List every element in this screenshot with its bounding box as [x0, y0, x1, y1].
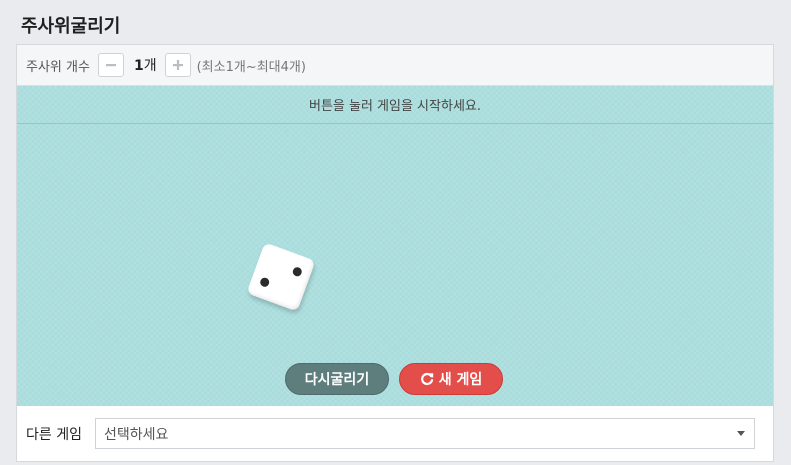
dice-count-unit: 개: [143, 58, 157, 74]
chevron-down-icon: [736, 431, 745, 436]
reroll-button[interactable]: 다시굴리기: [285, 363, 389, 395]
game-board: 버튼을 눌러 게임을 시작하세요. 다시굴리기 새 게임: [17, 86, 773, 406]
die: [246, 242, 316, 312]
plus-icon: [172, 60, 183, 70]
dice-count-bar: 주사위 개수 1개 (최소1개~최대4개): [17, 45, 773, 86]
decrement-button[interactable]: [97, 53, 124, 77]
game-message: 버튼을 눌러 게임을 시작하세요.: [17, 86, 773, 124]
other-games-select-value: 선택하세요: [103, 426, 169, 443]
dice-panel: 주사위 개수 1개 (최소1개~최대4개) 버튼을 눌러 게임을 시작하세요. …: [16, 44, 774, 462]
new-game-button-label: 새 게임: [438, 372, 483, 388]
new-game-button[interactable]: 새 게임: [399, 363, 503, 395]
increment-button[interactable]: [164, 53, 191, 77]
dice-count-range: (최소1개~최대4개): [196, 59, 306, 75]
dice-count-value: 1개: [134, 55, 157, 75]
reroll-button-label: 다시굴리기: [304, 372, 370, 388]
dice-count-label: 주사위 개수: [26, 59, 90, 75]
other-games-select[interactable]: 선택하세요: [94, 418, 755, 449]
refresh-icon: [420, 372, 433, 386]
die-pip: [258, 276, 271, 289]
die-pip: [291, 265, 304, 278]
other-games-row: 다른 게임 선택하세요: [17, 406, 773, 461]
other-games-label: 다른 게임: [26, 426, 82, 443]
minus-icon: [105, 64, 116, 67]
page-title: 주사위굴리기: [21, 16, 121, 37]
dice-count-number: 1: [133, 58, 144, 74]
